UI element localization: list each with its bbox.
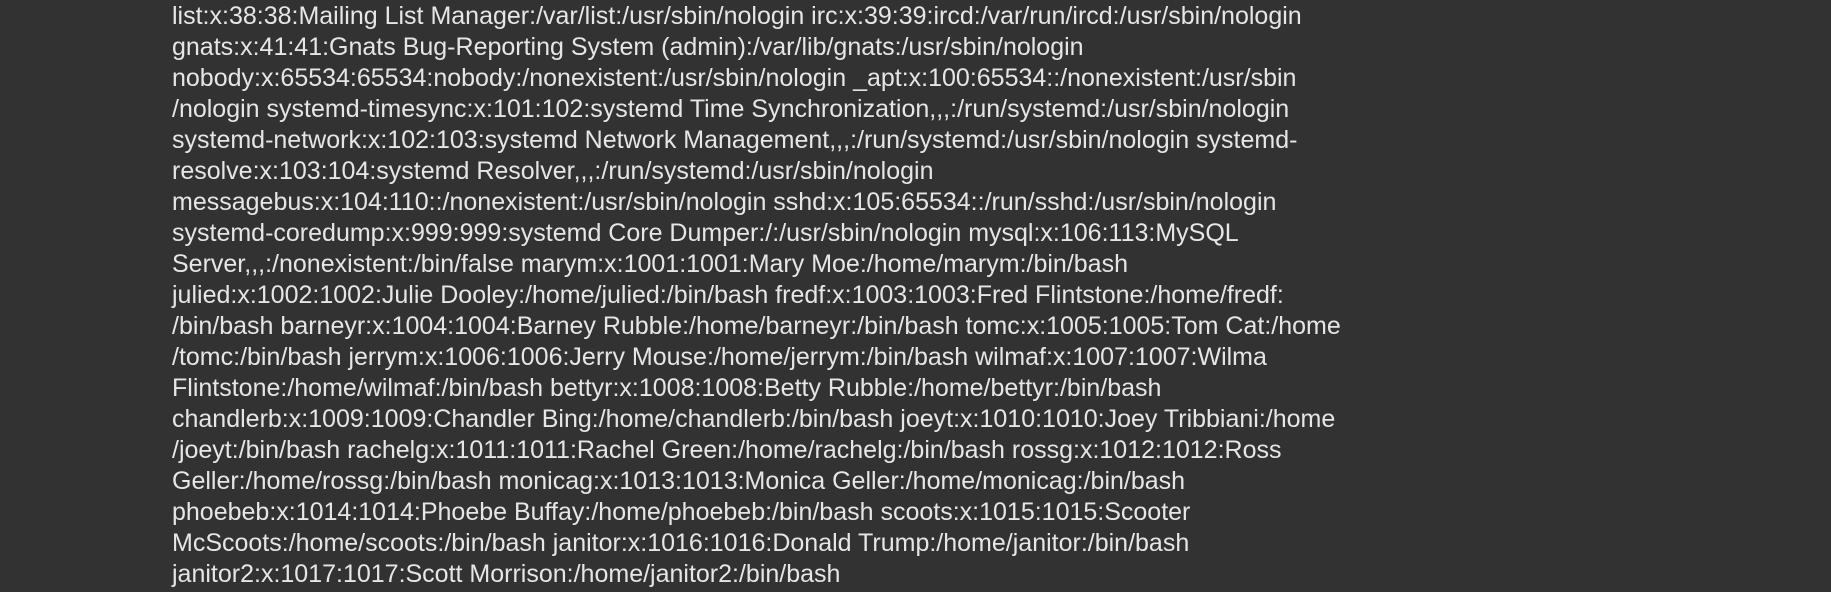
text-line: systemd-network:x:102:103:systemd Networ…	[172, 126, 1298, 154]
text-line: /joeyt:/bin/bash rachelg:x:1011:1011:Rac…	[172, 436, 1282, 464]
text-line: resolve:x:103:104:systemd Resolver,,,:/r…	[172, 157, 934, 185]
text-line: /bin/bash barneyr:x:1004:1004:Barney Rub…	[172, 312, 1341, 340]
text-line: gnats:x:41:41:Gnats Bug-Reporting System…	[172, 33, 1084, 61]
text-line: janitor2:x:1017:1017:Scott Morrison:/hom…	[172, 560, 841, 588]
text-line: phoebeb:x:1014:1014:Phoebe Buffay:/home/…	[172, 498, 1191, 526]
text-line: messagebus:x:104:110::/nonexistent:/usr/…	[172, 188, 1277, 216]
text-line: /nologin systemd-timesync:x:101:102:syst…	[172, 95, 1290, 123]
text-line: /tomc:/bin/bash jerrym:x:1006:1006:Jerry…	[172, 343, 1267, 371]
text-line: julied:x:1002:1002:Julie Dooley:/home/ju…	[172, 281, 1284, 309]
text-line: McScoots:/home/scoots:/bin/bash janitor:…	[172, 529, 1190, 557]
passwd-file-text: list:x:38:38:Mailing List Manager:/var/l…	[172, 1, 1432, 590]
text-line: chandlerb:x:1009:1009:Chandler Bing:/hom…	[172, 405, 1336, 433]
page-content-area: list:x:38:38:Mailing List Manager:/var/l…	[0, 0, 1831, 592]
text-line: list:x:38:38:Mailing List Manager:/var/l…	[172, 2, 1302, 30]
text-line: Server,,,:/nonexistent:/bin/false marym:…	[172, 250, 1128, 278]
text-line: systemd-coredump:x:999:999:systemd Core …	[172, 219, 1239, 247]
text-line: Geller:/home/rossg:/bin/bash monicag:x:1…	[172, 467, 1186, 495]
text-line: nobody:x:65534:65534:nobody:/nonexistent…	[172, 64, 1297, 92]
text-line: Flintstone:/home/wilmaf:/bin/bash bettyr…	[172, 374, 1162, 402]
